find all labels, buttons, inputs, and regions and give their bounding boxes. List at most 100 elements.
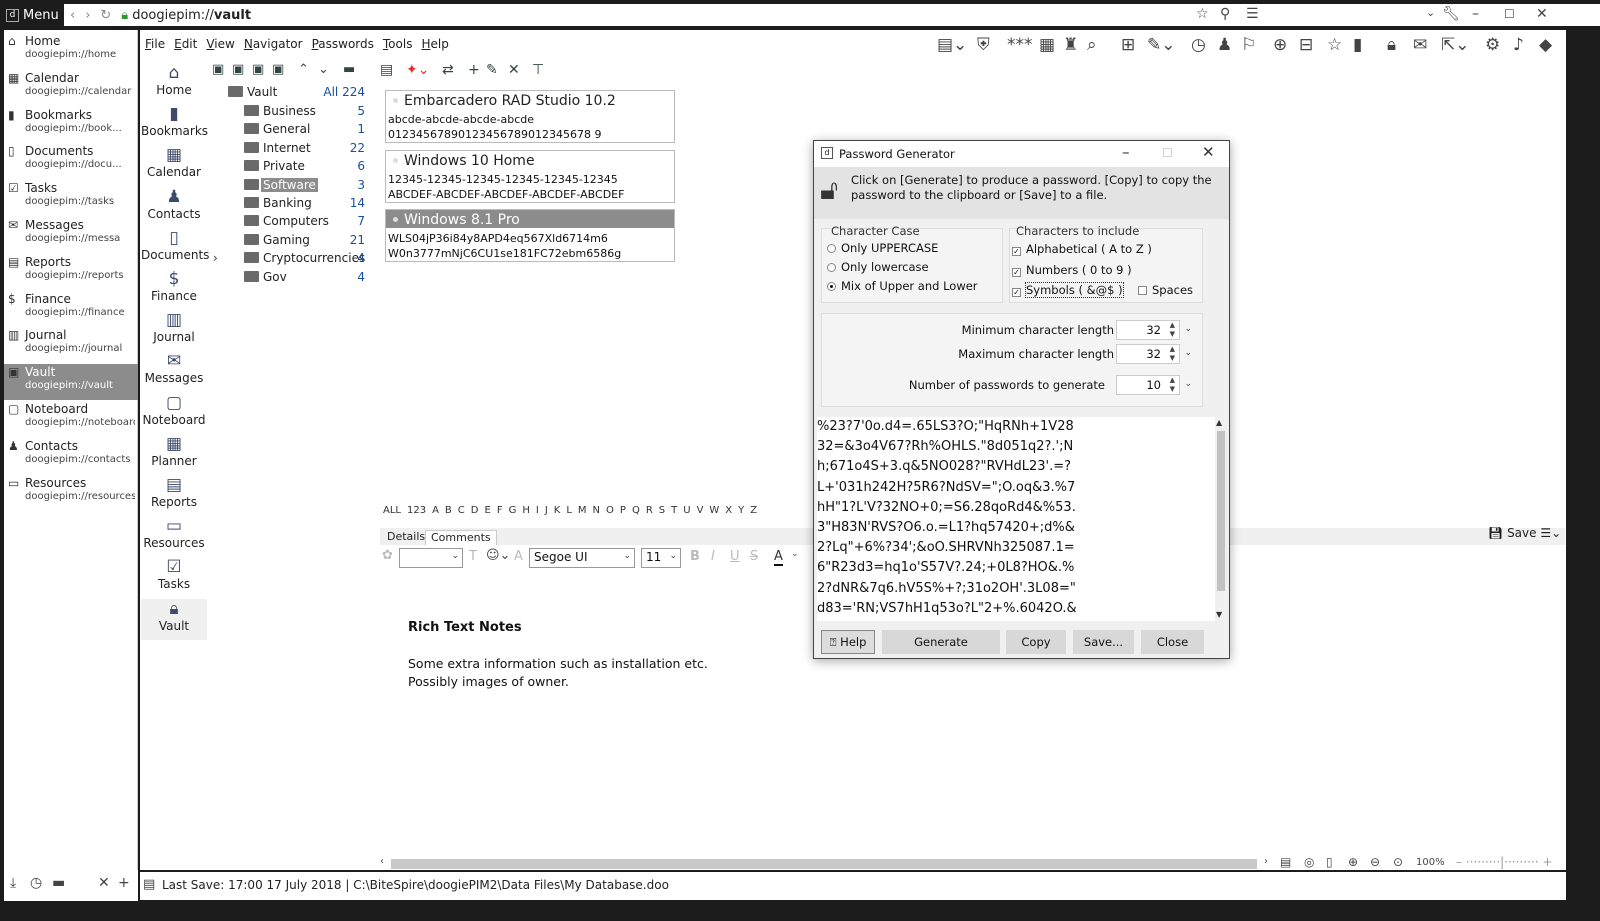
only-lowercase-radio[interactable]: Only lowercase <box>827 260 929 274</box>
users-icon[interactable]: ♟ <box>1217 35 1232 55</box>
new-folder-icon[interactable]: ▣ <box>212 62 224 77</box>
save-button[interactable]: Save... <box>1073 630 1134 654</box>
alpha-filter-j[interactable]: J <box>542 505 551 521</box>
tree-folder-banking[interactable]: Banking 14 <box>210 195 365 213</box>
passwords-scrollbar[interactable]: ▲ ▼ <box>1215 417 1227 621</box>
open-folder-icon[interactable]: ▣ <box>232 62 244 77</box>
history-icon[interactable]: ◷ <box>30 875 42 891</box>
tree-root-vault[interactable]: Vault All 224 <box>210 84 365 102</box>
calculator-icon[interactable]: ▦ <box>1039 35 1055 55</box>
view-options-icon[interactable]: ▤⌄ <box>937 35 967 55</box>
pin-icon[interactable]: ⚲ <box>1220 6 1230 22</box>
folder-options-icon[interactable]: ▬ <box>343 62 355 77</box>
close-icon[interactable]: ✕ <box>98 875 110 891</box>
address-bar[interactable]: ‹›↻ 🔒︎ doogiepim://vault <box>64 4 1216 26</box>
alpha-filter-e[interactable]: E <box>481 505 493 521</box>
module-noteboard[interactable]: ▢ Noteboard <box>141 393 207 434</box>
password-line[interactable]: 3"H83N'RVS?O6.o.=L1?hq57420+;d%& <box>817 520 1075 535</box>
horizontal-scrollbar[interactable]: ‹ › <box>378 856 1274 870</box>
zoom-slider[interactable]: – ·········|········· + <box>1456 855 1552 869</box>
close-icon[interactable]: ✕ <box>1202 143 1215 161</box>
delete-icon[interactable]: ✕ <box>508 62 520 78</box>
emoji-icon[interactable]: ☺⌄ <box>486 548 510 563</box>
user-tree-icon[interactable]: ♜ <box>1063 35 1078 55</box>
nav-item-tasks[interactable]: ☑ Tasks doogiepim://tasks <box>4 180 138 216</box>
alpha-filter-k[interactable]: K <box>551 505 564 521</box>
chevron-down-icon[interactable]: ⌄ <box>1184 348 1192 358</box>
chevron-down-icon[interactable]: ⌄ <box>318 62 329 77</box>
gear-icon[interactable]: ⚙ <box>1485 35 1500 55</box>
star-pin-icon[interactable]: ☆ <box>1327 35 1342 55</box>
password-line[interactable]: 2?Lq"+6%?34';&oO.SHRVNh325087.1= <box>817 540 1075 555</box>
close-button[interactable]: Close <box>1141 630 1204 654</box>
nav-item-reports[interactable]: ▤ Reports doogiepim://reports <box>4 254 138 290</box>
alpha-filter-n[interactable]: N <box>590 505 603 521</box>
vault-card[interactable]: Windows 10 Home 12345-12345-12345-12345-1… <box>385 149 675 203</box>
password-dots-icon[interactable]: *** <box>1007 35 1033 55</box>
alpha-filter-o[interactable]: O <box>603 505 617 521</box>
list-view-icon[interactable]: ▤ <box>380 62 393 78</box>
alpha-filter-z[interactable]: Z <box>747 505 760 521</box>
alpha-filter-p[interactable]: P <box>617 505 629 521</box>
minimize-icon[interactable]: – <box>1472 6 1479 22</box>
tab-details[interactable]: Details <box>382 530 430 545</box>
menu-help[interactable]: Help <box>421 37 448 55</box>
strikethrough-icon[interactable]: S <box>750 549 758 564</box>
pencil-icon[interactable]: ✎ <box>486 62 498 78</box>
nav-item-finance[interactable]: $ Finance doogiepim://finance <box>4 291 138 327</box>
font-size-dropdown[interactable]: 11 ⌄ <box>641 548 681 568</box>
add-icon[interactable]: + <box>118 875 130 891</box>
doc-view-icon[interactable]: ▯ <box>1326 855 1333 869</box>
chevron-up-icon[interactable]: ⌃ <box>298 62 309 77</box>
bold-icon[interactable]: B <box>690 549 700 564</box>
scroll-left-icon[interactable]: ‹ <box>380 856 384 867</box>
alpha-filter-w[interactable]: W <box>706 505 722 521</box>
close-window-icon[interactable]: ✕ <box>1536 6 1548 22</box>
map-icon[interactable]: ⚐ <box>1241 35 1256 55</box>
password-line[interactable]: d83='RN;VS7hH1q53o?L"2+%.6042O.& <box>817 601 1077 616</box>
tree-folder-software[interactable]: Software 3 <box>210 177 365 195</box>
generated-passwords[interactable]: %23?7'0o.d4=.65LS3?O;"HqRNh+1V28 32=&3o4V… <box>817 417 1215 621</box>
delete-folder-icon[interactable]: ▣ <box>272 62 284 77</box>
zoom-out-icon[interactable]: ⊖ <box>1370 855 1380 869</box>
edit-card-icon[interactable]: ✎⌄ <box>1147 35 1176 55</box>
alpha-filter-i[interactable]: I <box>533 505 542 521</box>
alpha-filter-f[interactable]: F <box>494 505 506 521</box>
module-planner[interactable]: ▦ Planner <box>141 434 207 475</box>
alpha-filter-u[interactable]: U <box>680 505 693 521</box>
tree-folder-business[interactable]: Business 5 <box>210 103 365 121</box>
max-length-stepper[interactable]: 32 ▲ ▼ ⌄ <box>1116 344 1192 364</box>
spaces-checkbox[interactable]: Spaces <box>1138 283 1193 297</box>
module-calendar[interactable]: ▦ Calendar <box>141 145 207 186</box>
only-uppercase-radio[interactable]: Only UPPERCASE <box>827 241 938 255</box>
module-vault[interactable]: 🔒︎ Vault <box>141 598 207 640</box>
nav-item-journal[interactable]: ▥ Journal doogiepim://journal <box>4 327 138 363</box>
search-list-icon[interactable]: ⌕ <box>1087 35 1097 55</box>
maximize-icon[interactable]: ☐ <box>1504 7 1515 21</box>
alpha-filter-g[interactable]: G <box>506 505 520 521</box>
alpha-filter-v[interactable]: V <box>694 505 707 521</box>
nav-item-calendar[interactable]: ▦ Calendar doogiepim://calendar <box>4 70 138 106</box>
alpha-filter-b[interactable]: B <box>442 505 455 521</box>
shield-icon[interactable]: ⛨ <box>977 35 990 55</box>
nav-item-contacts[interactable]: ♟ Contacts doogiepim://contacts <box>4 438 138 474</box>
alpha-filter-q[interactable]: Q <box>629 505 643 521</box>
count-stepper[interactable]: 10 ▲ ▼ ⌄ <box>1116 375 1192 395</box>
password-line[interactable]: 2?dNR&7q6.hV5S%+?;31o2OH'.3L08=" <box>817 581 1076 596</box>
alpha-filter-y[interactable]: Y <box>735 505 747 521</box>
vault-card[interactable]: Embarcadero RAD Studio 10.2 abcde-abcde-a… <box>385 90 675 143</box>
vault-card[interactable]: Windows 8.1 Pro WLS04jP36i84y8APD4eq567Xl… <box>385 209 675 262</box>
menu-tools[interactable]: Tools <box>383 37 413 55</box>
dropdown-icon[interactable]: ⌄ <box>1426 6 1435 19</box>
status-log-icon[interactable]: ▤ <box>143 877 155 892</box>
cube-icon[interactable]: ◆ <box>1539 35 1552 55</box>
red-star-icon[interactable]: ✦⌄ <box>406 62 429 78</box>
add-card-icon[interactable]: ⊞ <box>1121 35 1135 55</box>
menu-edit[interactable]: Edit <box>174 37 197 55</box>
minimize-icon[interactable]: – <box>1122 143 1130 161</box>
spinner-icon[interactable]: ▲ ▼ <box>1170 321 1175 339</box>
menu-button[interactable]: d Menu <box>6 6 61 24</box>
menu-navigator[interactable]: Navigator <box>244 37 303 55</box>
nav-item-noteboard[interactable]: ▢ Noteboard doogiepim://noteboard <box>4 401 138 437</box>
scroll-right-icon[interactable]: › <box>1264 856 1268 867</box>
